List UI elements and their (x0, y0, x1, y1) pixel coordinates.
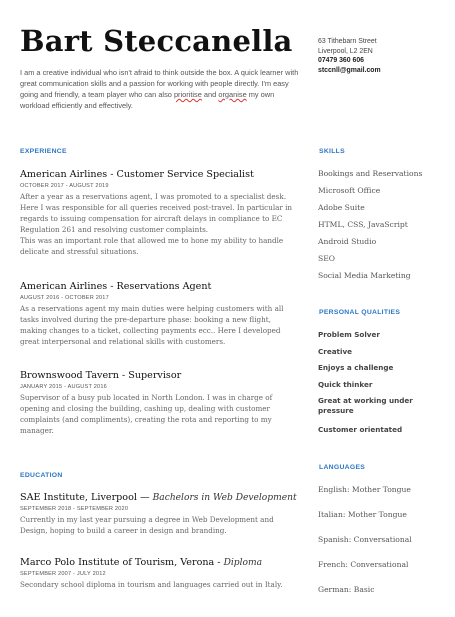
education-dates: SEPTEMBER 2018 - SEPTEMBER 2020 (20, 506, 129, 512)
school-name: SAE Institute, Liverpool (20, 492, 137, 503)
intro-spelling-flagged-word: prioritise (173, 90, 202, 99)
school-name: Marco Polo Institute of Tourism, Verona (20, 557, 215, 568)
quality-item: Problem Solver (318, 330, 380, 339)
job-entry: American Airlines - Reservations Agent A… (20, 281, 300, 348)
languages-heading: LANGUAGES (319, 464, 366, 471)
intro-spelling-flagged-word: organise (218, 90, 247, 99)
language-item: German: Basic (318, 585, 375, 594)
job-dates: OCTOBER 2017 - AUGUST 2019 (20, 183, 109, 189)
languages-list: English: Mother Tongue Italian: Mother T… (318, 485, 443, 597)
contact-street: 63 Tithebarn Street (318, 38, 377, 45)
job-title: American Airlines - Reservations Agent (20, 281, 212, 292)
job-title: American Airlines - Customer Service Spe… (20, 169, 254, 180)
qualities-heading: PERSONAL QUALITIES (319, 309, 401, 316)
intro-text: and (201, 90, 219, 99)
job-title: Brownswood Tavern - Supervisor (20, 370, 182, 381)
quality-item: Customer orientated (318, 425, 403, 434)
intro-paragraph: I am a creative individual who isn't afr… (20, 67, 300, 111)
title-separator: — (136, 492, 153, 503)
education-title: SAE Institute, Liverpool — Bachelors in … (20, 492, 300, 503)
title-separator: - (214, 557, 224, 568)
skill-item: Android Studio (318, 237, 377, 246)
job-description-paragraph: After a year as a reservations agent, I … (20, 192, 293, 234)
education-entry: Marco Polo Institute of Tourism, Verona … (20, 557, 300, 591)
resume-page: Bart Steccanella I am a creative individ… (0, 0, 455, 617)
degree-name: Bachelors in Web Development (152, 493, 297, 503)
skill-item: Microsoft Office (318, 186, 381, 195)
qualities-list: Problem Solver Creative Enjoys a challen… (318, 330, 443, 435)
experience-heading: EXPERIENCE (20, 148, 67, 155)
quality-item: Great at working under pressure (318, 396, 413, 415)
job-description: After a year as a reservations agent, I … (20, 192, 300, 257)
quality-item: Quick thinker (318, 379, 373, 389)
skills-heading: SKILLS (319, 148, 345, 155)
skill-item: Social Media Marketing (318, 271, 411, 280)
language-item: French: Conversational (318, 560, 409, 569)
skill-item: SEO (318, 254, 335, 263)
education-entry: SAE Institute, Liverpool — Bachelors in … (20, 492, 300, 537)
job-description-paragraph: This was an important role that allowed … (20, 235, 284, 256)
skill-item: Bookings and Reservations (318, 169, 423, 178)
job-dates: AUGUST 2016 - OCTOBER 2017 (20, 295, 109, 301)
skill-item: Adobe Suite (318, 203, 365, 212)
job-description: Supervisor of a busy pub located in Nort… (20, 393, 300, 437)
job-description-paragraph: As a reservations agent my main duties w… (20, 304, 284, 346)
language-item: Spanish: Conversational (318, 535, 412, 544)
candidate-name: Bart Steccanella (20, 24, 293, 58)
language-item: Italian: Mother Tongue (318, 510, 407, 519)
education-description: Secondary school diploma in tourism and … (20, 580, 283, 589)
job-dates: JANUARY 2015 - AUGUST 2016 (20, 384, 107, 390)
quality-item: Enjoys a challenge (318, 363, 394, 372)
language-item: English: Mother Tongue (318, 485, 411, 494)
education-title: Marco Polo Institute of Tourism, Verona … (20, 557, 300, 568)
contact-city: Liverpool, L2 2EN (318, 47, 373, 55)
skill-item: HTML, CSS, JavaScript (318, 220, 408, 229)
job-entry: Brownswood Tavern - Supervisor JANUARY 2… (20, 370, 300, 437)
education-description: Currently in my last year pursuing a deg… (20, 515, 274, 535)
quality-item: Creative (318, 346, 353, 356)
degree-name: Diploma (223, 558, 263, 568)
contact-phone: 07479 360 606 (318, 57, 364, 65)
skills-list: Bookings and Reservations Microsoft Offi… (318, 169, 443, 288)
contact-block: 63 Tithebarn Street Liverpool, L2 2EN 07… (318, 37, 443, 75)
job-description: As a reservations agent my main duties w… (20, 304, 300, 348)
contact-email: stccnll@gmail.com (318, 66, 381, 74)
job-entry: American Airlines - Customer Service Spe… (20, 169, 300, 257)
education-heading: EDUCATION (20, 472, 63, 479)
job-description-paragraph: Supervisor of a busy pub located in Nort… (20, 393, 273, 435)
education-dates: SEPTEMBER 2007 - JULY 2012 (20, 571, 106, 577)
